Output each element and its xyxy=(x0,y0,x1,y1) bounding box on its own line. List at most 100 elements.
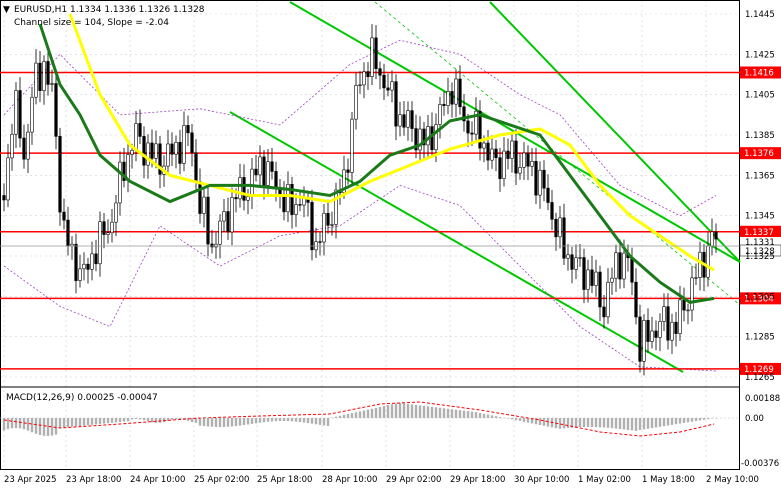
candle-body xyxy=(506,150,510,159)
candle-body xyxy=(170,143,174,155)
macd-bar xyxy=(74,418,78,427)
candlestick-series xyxy=(2,24,718,376)
macd-bar xyxy=(318,418,322,425)
macd-bar xyxy=(234,418,238,427)
price-axis: 1.1445 1.1425 1.1405 1.1385 1.1365 1.1345 1.13… xyxy=(745,10,775,383)
candle-body xyxy=(538,169,542,196)
macd-bar xyxy=(650,418,654,429)
macd-bar xyxy=(190,418,194,423)
candle-body xyxy=(710,231,714,247)
candle-body xyxy=(606,281,610,318)
candle-body xyxy=(26,131,30,160)
candle-body xyxy=(242,177,246,201)
macd-bar xyxy=(466,411,470,418)
candle-body xyxy=(430,126,434,151)
macd-bar xyxy=(614,418,618,429)
macd-bar xyxy=(118,418,122,422)
macd-bar xyxy=(58,418,62,428)
candle-body xyxy=(490,148,494,161)
candle-body xyxy=(610,277,614,283)
time-tick-label: 25 Apr 18:00 xyxy=(257,475,312,485)
macd-bar xyxy=(38,418,42,436)
candle-body xyxy=(678,299,682,334)
candle-body xyxy=(138,123,142,137)
candle-body xyxy=(466,120,470,134)
envelope-line xyxy=(3,39,717,217)
candle-body xyxy=(2,195,6,201)
candle-body xyxy=(326,212,330,226)
candle-body xyxy=(698,251,702,278)
time-tick-label: 29 Apr 18:00 xyxy=(450,475,505,485)
channel-lower-line xyxy=(229,111,684,373)
candle-body xyxy=(530,160,534,167)
candle-body xyxy=(218,220,222,245)
macd-bar xyxy=(26,418,30,431)
candle-body xyxy=(674,321,678,334)
macd-bar xyxy=(634,418,638,431)
macd-bar xyxy=(626,418,630,430)
time-tick-label: 28 Apr 10:00 xyxy=(322,475,377,485)
macd-bar xyxy=(302,418,306,423)
macd-bar xyxy=(250,418,254,424)
macd-bar xyxy=(406,403,410,418)
macd-bar xyxy=(558,418,562,429)
macd-bar xyxy=(462,410,466,418)
macd-bar xyxy=(378,407,382,418)
price-tick-label: 1.1445 xyxy=(745,10,775,20)
candle-body xyxy=(614,252,618,279)
price-tick-label: 1.1325 xyxy=(745,252,775,262)
macd-bar xyxy=(490,415,494,418)
candle-body xyxy=(694,277,698,279)
macd-bar xyxy=(586,418,590,428)
candle-body xyxy=(182,125,186,164)
candle-body xyxy=(714,231,718,240)
macd-bar xyxy=(478,413,482,418)
candle-body xyxy=(570,254,574,270)
macd-bar xyxy=(326,418,330,426)
trading-chart[interactable]: 1.14161.13761.13371.13041.1269 1.1331 1.… xyxy=(0,0,781,489)
macd-bar xyxy=(350,413,354,418)
candle-body xyxy=(574,257,578,270)
candle-body xyxy=(266,161,270,186)
macd-bar xyxy=(66,418,70,428)
candle-body xyxy=(106,232,110,235)
macd-bar xyxy=(346,414,350,418)
candle-body xyxy=(190,132,194,154)
candle-body xyxy=(126,154,130,181)
macd-bar xyxy=(342,414,346,418)
candle-body xyxy=(434,124,438,151)
macd-bar xyxy=(6,418,10,430)
macd-bar xyxy=(54,418,58,435)
macd-bar xyxy=(14,418,18,429)
time-tick-label: 30 Apr 10:00 xyxy=(514,475,569,485)
macd-bar xyxy=(214,418,218,427)
macd-tick-top: 0.00188 xyxy=(745,394,780,404)
candle-body xyxy=(254,168,258,176)
candle-body xyxy=(6,157,10,201)
candle-body xyxy=(222,211,226,222)
candle-body xyxy=(690,277,694,311)
candle-body xyxy=(330,224,334,226)
level-label: 1.1337 xyxy=(744,228,774,238)
macd-bar xyxy=(486,414,490,418)
candle-body xyxy=(502,150,506,179)
candle-body xyxy=(322,212,326,243)
macd-bar xyxy=(542,418,546,426)
macd-bar xyxy=(254,418,258,424)
time-tick-label: 1 May 02:00 xyxy=(578,475,631,485)
candle-body xyxy=(594,271,598,286)
candle-body xyxy=(390,81,394,91)
macd-bar xyxy=(418,405,422,418)
macd-bar xyxy=(546,418,550,427)
macd-bar xyxy=(266,418,270,422)
macd-bar xyxy=(98,418,102,424)
macd-bar xyxy=(574,418,578,428)
candle-body xyxy=(546,187,550,203)
candle-body xyxy=(402,114,406,128)
candle-body xyxy=(514,140,518,174)
macd-bar xyxy=(566,418,570,429)
candle-body xyxy=(554,218,558,238)
macd-bar xyxy=(90,418,94,425)
macd-bar xyxy=(226,418,230,427)
macd-bar xyxy=(646,418,650,429)
